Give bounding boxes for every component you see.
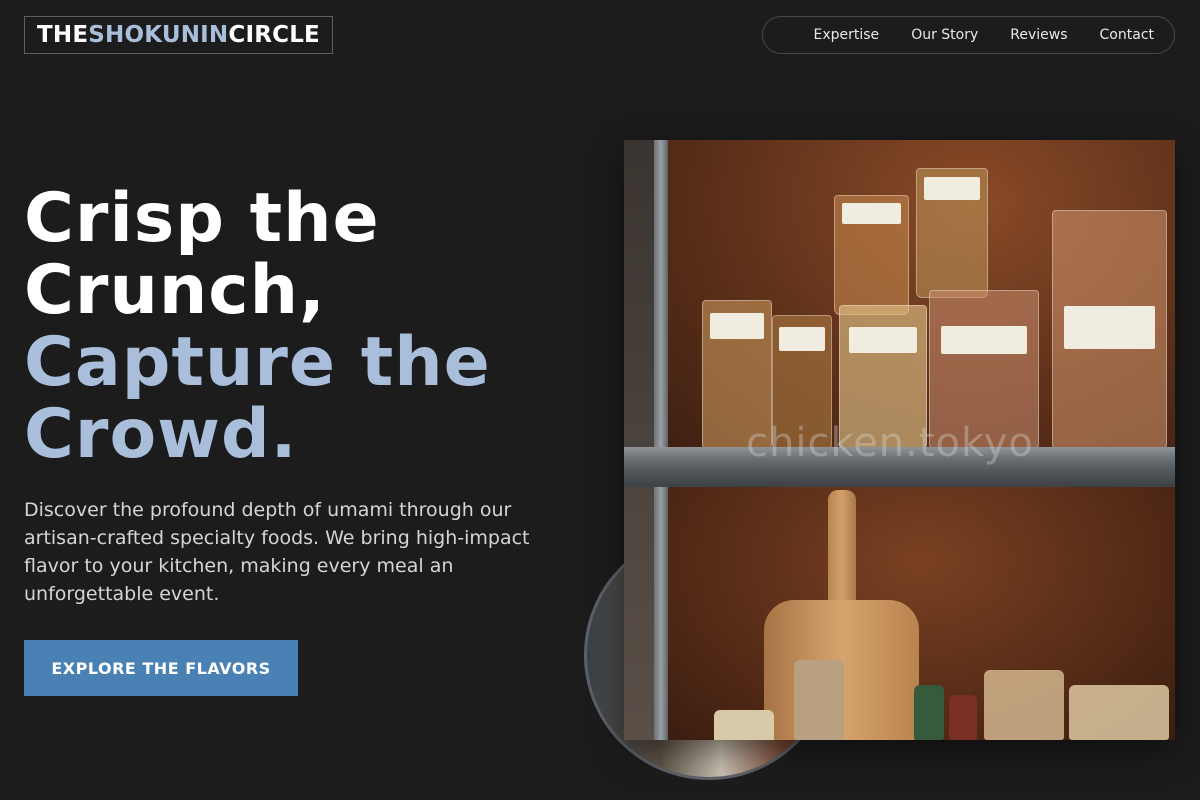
sauce-jar (914, 685, 944, 740)
flour-bag (714, 710, 774, 740)
nav-link-reviews[interactable]: Reviews (1010, 27, 1067, 43)
brand-logo[interactable]: THE SHOKUNIN CIRCLE (24, 16, 333, 54)
headline-line-2: Crunch, (24, 251, 326, 330)
brand-logo-part3: CIRCLE (228, 22, 320, 48)
pasta-bag (834, 195, 909, 315)
nav-link-expertise[interactable]: Expertise (814, 27, 880, 43)
headline-line-1: Crisp the (24, 179, 380, 258)
main-nav: Expertise Our Story Reviews Contact (762, 16, 1175, 54)
grain-bag (794, 660, 844, 740)
explore-flavors-button[interactable]: EXPLORE THE FLAVORS (24, 640, 298, 696)
shelf-post (654, 140, 668, 740)
brand-logo-part1: THE (37, 22, 89, 48)
snack-bag (1069, 685, 1169, 740)
nav-link-contact[interactable]: Contact (1100, 27, 1154, 43)
sauce-jar (949, 695, 977, 740)
pasta-bag (1052, 210, 1167, 450)
snack-bag (984, 670, 1064, 740)
headline-line-3: Capture the (24, 323, 491, 402)
brand-logo-accent: SHOKUNIN (88, 22, 229, 48)
nav-link-our-story[interactable]: Our Story (911, 27, 978, 43)
photo-wall (624, 140, 654, 740)
headline-line-4: Crowd. (24, 395, 298, 474)
hero-headline: Crisp the Crunch, Capture the Crowd. (24, 183, 491, 471)
photo-watermark: chicken.tokyo (746, 420, 1034, 466)
landing-page: THE SHOKUNIN CIRCLE Expertise Our Story … (0, 0, 1200, 800)
pasta-bag (916, 168, 988, 298)
pantry-shelf-photo: chicken.tokyo (624, 140, 1175, 740)
hero-description: Discover the profound depth of umami thr… (24, 499, 530, 605)
